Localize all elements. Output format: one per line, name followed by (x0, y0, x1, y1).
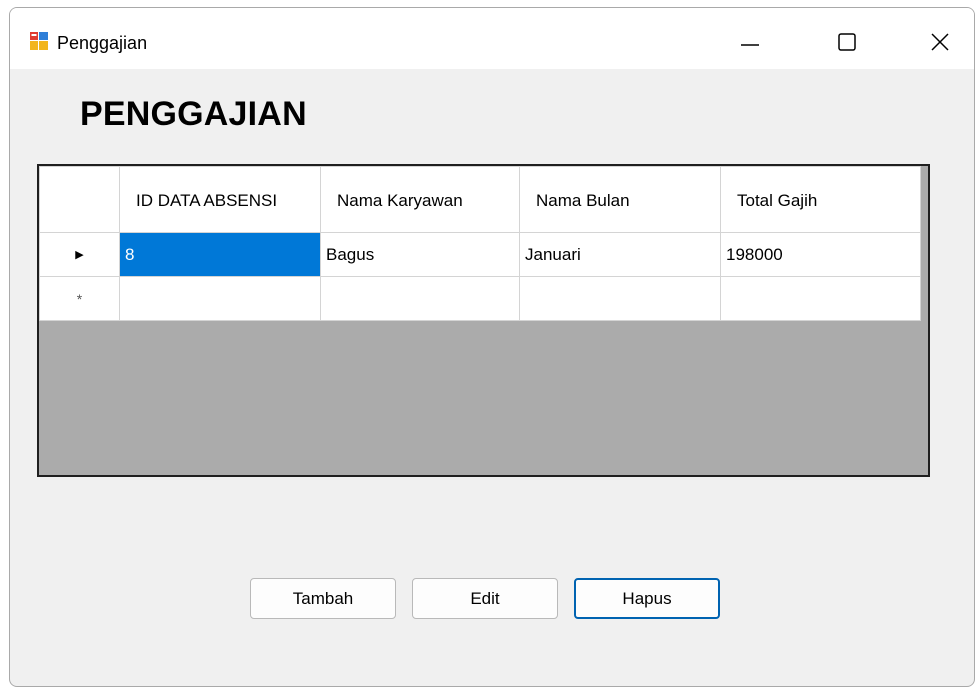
row-header-corner[interactable] (39, 166, 120, 233)
penggajian-window: Penggajian PENGGAJIAN ID DATA ABSENSI Na… (9, 7, 975, 687)
edit-button[interactable]: Edit (412, 578, 558, 619)
table-row[interactable]: ▶ 8 Bagus Januari 198000 (39, 232, 921, 277)
close-icon (931, 33, 949, 51)
page-title: PENGGAJIAN (80, 95, 307, 133)
column-header-row: ID DATA ABSENSI Nama Karyawan Nama Bulan… (39, 166, 921, 233)
maximize-icon (838, 33, 856, 51)
data-grid-view[interactable]: ID DATA ABSENSI Nama Karyawan Nama Bulan… (37, 164, 930, 477)
cell-id-data-absensi[interactable]: 8 (119, 232, 321, 277)
cell-total-gajih[interactable]: 198000 (720, 232, 921, 277)
column-header-nama-bulan[interactable]: Nama Bulan (519, 166, 721, 233)
cell-nama-bulan[interactable]: Januari (519, 232, 721, 277)
window-title: Penggajian (57, 33, 148, 53)
minimize-button[interactable] (722, 20, 778, 64)
new-cell-id-data-absensi[interactable] (119, 276, 321, 321)
new-cell-nama-karyawan[interactable] (320, 276, 520, 321)
tambah-button[interactable]: Tambah (250, 578, 396, 619)
new-row[interactable]: * (39, 276, 921, 321)
minimize-icon (741, 44, 759, 46)
maximize-button[interactable] (819, 20, 875, 64)
column-header-total-gajih[interactable]: Total Gajih (720, 166, 921, 233)
current-row-indicator-icon[interactable]: ▶ (39, 232, 120, 277)
cell-nama-karyawan[interactable]: Bagus (320, 232, 520, 277)
column-header-id-data-absensi[interactable]: ID DATA ABSENSI (119, 166, 321, 233)
grid-table: ID DATA ABSENSI Nama Karyawan Nama Bulan… (39, 166, 921, 321)
hapus-button[interactable]: Hapus (574, 578, 720, 619)
close-button[interactable] (912, 20, 968, 64)
column-header-nama-karyawan[interactable]: Nama Karyawan (320, 166, 520, 233)
winforms-app-icon (30, 32, 48, 50)
new-row-indicator-icon[interactable]: * (39, 276, 120, 321)
new-cell-nama-bulan[interactable] (519, 276, 721, 321)
new-cell-total-gajih[interactable] (720, 276, 921, 321)
title-bar[interactable]: Penggajian (10, 8, 974, 69)
